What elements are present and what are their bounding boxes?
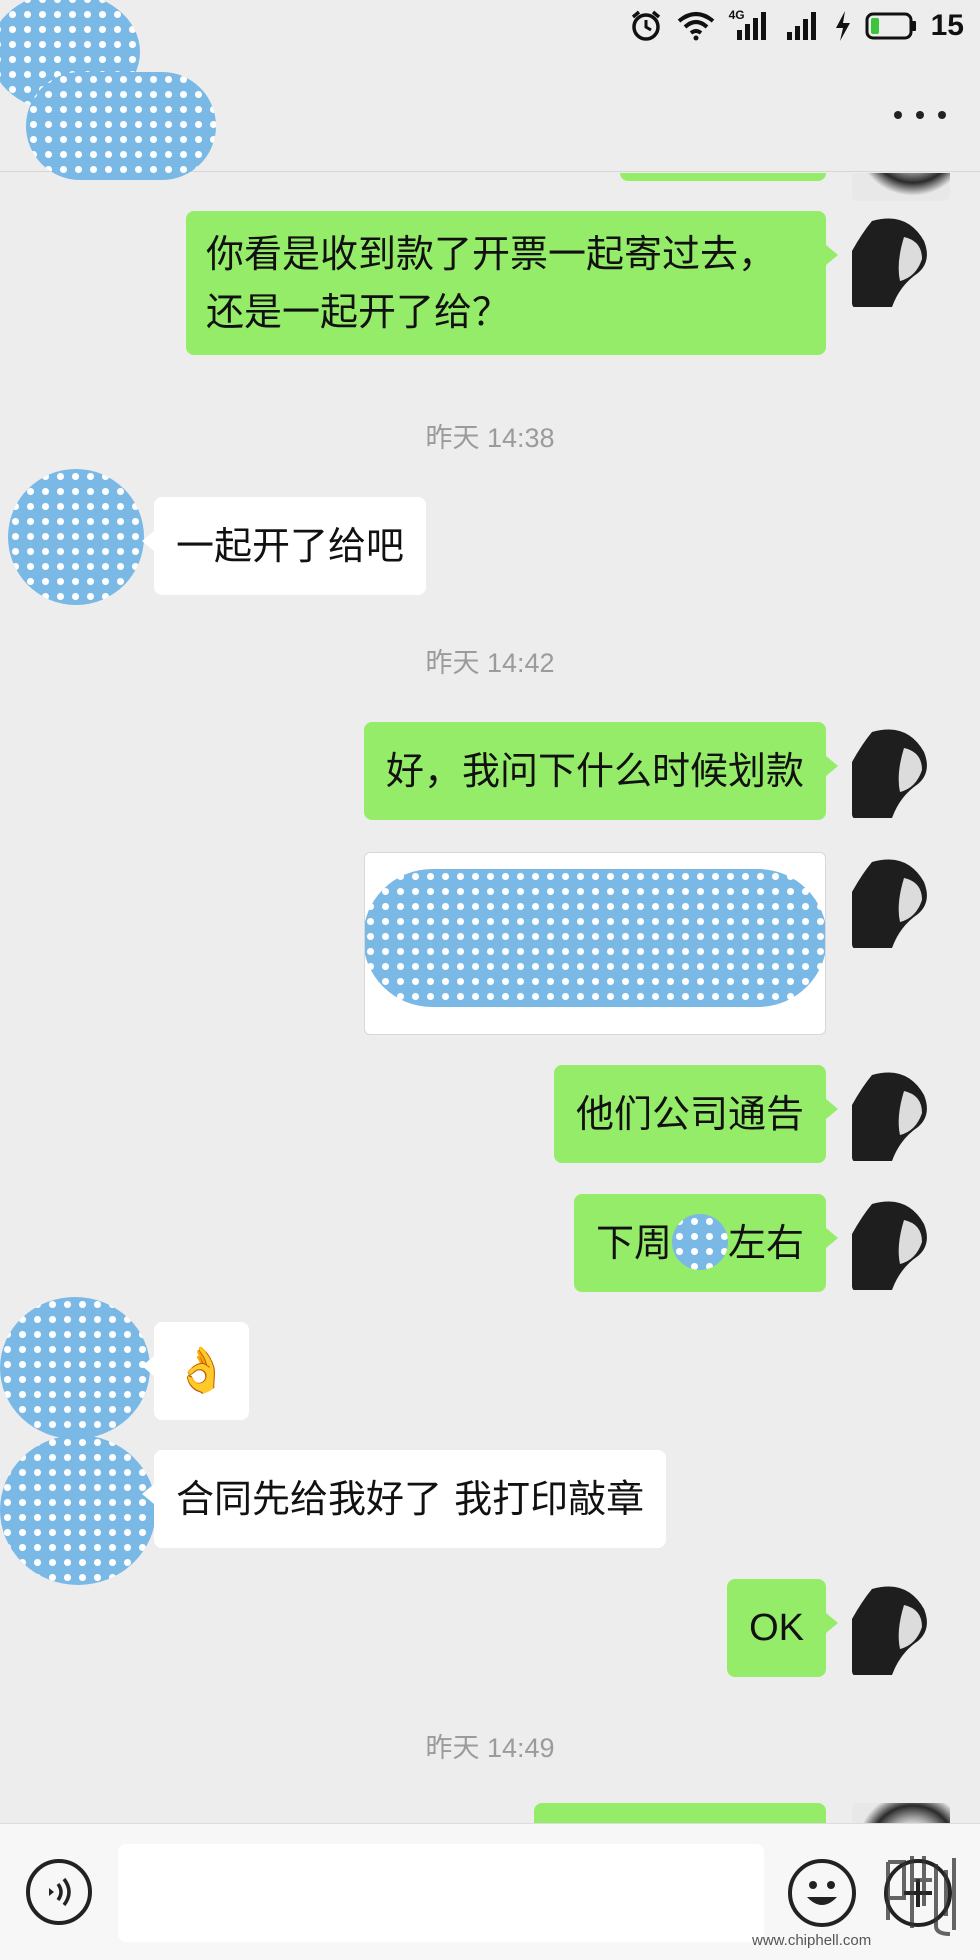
message-text: 好，我问下什么时候划款 [385,749,804,793]
signal-bars-icon [786,12,816,40]
avatar[interactable] [852,1065,950,1163]
message-bubble[interactable]: 他们公司通告 [553,1065,839,1163]
avatar-image [852,1194,950,1292]
wifi-icon [677,12,714,41]
avatar[interactable] [852,1194,950,1292]
avatar[interactable] [852,722,950,820]
more-dots-icon[interactable] [894,100,946,130]
watermark-logo [886,1856,956,1936]
message-text: 他们公司通告 [575,1092,804,1136]
voice-icon[interactable] [26,1859,92,1925]
status-bar: 4G 15 [0,0,980,52]
redacted-avatar[interactable] [8,469,144,605]
avatar[interactable] [852,1579,950,1677]
timestamp: 昨天 14:42 [425,648,555,678]
message-bubble[interactable]: 合同先给我好了 我打印敲章 [141,1450,667,1548]
message-bubble[interactable]: 你看是收到款了开票一起寄过去， 还是一起开了给？ [186,211,838,355]
message-bubble[interactable]: 好，我问下什么时候划款 [363,722,839,820]
avatar[interactable] [852,1803,950,1823]
partial-message-bubble [534,1803,826,1823]
signal-bars-icon [736,12,766,40]
avatar-image [852,852,950,950]
message-text: 一起开了给吧 [176,524,405,568]
status-icons: 4G 15 [629,8,964,44]
redacted-avatar[interactable] [0,1435,156,1585]
ok-hand-emoji: 👌 [174,1345,229,1396]
image-message[interactable] [364,852,826,1035]
redacted-contact-name [26,72,216,180]
message-text: OK [749,1607,804,1649]
avatar-image [852,211,950,309]
battery-level: 15 [930,9,964,42]
message-text: 合同先给我好了 我打印敲章 [176,1477,645,1521]
message-text: 下周 [595,1221,672,1265]
message-bubble[interactable]: 一起开了给吧 [141,497,427,595]
message-input[interactable] [118,1844,764,1942]
voice-waves-icon [49,1877,71,1907]
watermark-text: www.chiphell.com [752,1932,872,1949]
partial-message-bubble [620,173,826,181]
redacted-image-content [365,869,825,1007]
avatar[interactable] [852,852,950,950]
message-list[interactable]: 你看是收到款了开票一起寄过去， 还是一起开了给？ 昨天 14:38 一起开了给吧… [0,173,980,1823]
smiley-face-icon [807,1881,837,1905]
timestamp: 昨天 14:49 [425,1733,555,1763]
alarm-clock-icon [631,10,660,41]
lightning-icon [835,11,850,41]
avatar[interactable] [852,211,950,309]
message-text: 你看是收到款了开票一起寄过去， [206,232,777,276]
signal-4g: 4G [729,8,771,42]
avatar-image [852,1579,950,1677]
message-text: 左右 [727,1221,804,1265]
avatar-image [852,1065,950,1163]
message-text: 还是一起开了给？ [206,290,511,334]
message-bubble[interactable]: OK [727,1579,838,1677]
avatar-image [852,722,950,820]
timestamp: 昨天 14:38 [425,423,555,453]
smiley-icon[interactable] [788,1859,856,1927]
input-bar: www.chiphell.com [0,1823,980,1960]
redacted-text [671,1213,728,1270]
avatar[interactable] [852,173,950,201]
chat-header [0,0,980,180]
redacted-avatar[interactable] [0,1297,150,1439]
battery-icon [865,12,916,40]
message-bubble[interactable]: 下周 左右 [573,1194,839,1292]
message-bubble[interactable]: 👌 [142,1322,249,1420]
